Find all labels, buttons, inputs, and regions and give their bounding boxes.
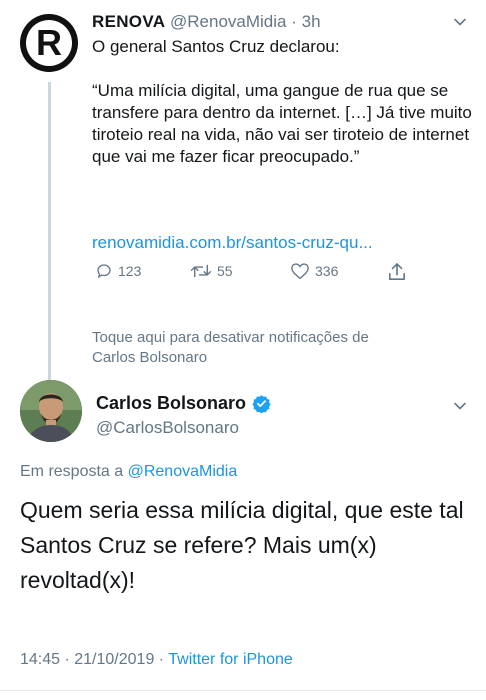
verified-badge-icon [252,395,271,413]
reply-button[interactable]: 123 [95,262,141,280]
tweet-meta: 14:45 · 21/10/2019 · Twitter for iPhone [20,651,293,669]
share-button[interactable] [388,262,406,282]
share-icon [388,263,406,281]
parent-tweet-header: RENOVA @RenovaMidia · 3h [92,12,321,32]
like-count: 336 [315,263,339,279]
parent-time[interactable]: 3h [302,12,321,31]
tweet-timestamp: 14:45 · 21/10/2019 · [20,651,169,668]
reply-icon [97,264,111,279]
retweet-button[interactable]: 55 [190,262,233,280]
reply-context: Em resposta a @RenovaMidia [20,463,237,481]
chevron-down-icon[interactable] [452,398,468,414]
reply-count: 123 [118,263,142,279]
parent-handle[interactable]: @RenovaMidia [170,12,286,31]
parent-display-name[interactable]: RENOVA [92,12,165,31]
avatar[interactable] [20,380,82,442]
renova-avatar[interactable]: R [20,14,78,72]
thread-line [48,82,51,387]
reply-to-handle[interactable]: @RenovaMidia [128,463,238,480]
divider [0,690,486,691]
chevron-down-icon[interactable] [452,14,468,30]
author-handle[interactable]: @CarlosBolsonaro [96,418,239,438]
renova-logo: R [26,20,72,66]
like-button[interactable]: 336 [290,262,338,280]
profile-photo [20,380,82,442]
like-icon [291,263,309,280]
tweet-source-link[interactable]: Twitter for iPhone [168,651,293,668]
author-name-row: Carlos Bolsonaro [96,393,271,414]
parent-tweet-text: O general Santos Cruz declarou: “Uma mil… [92,37,472,166]
retweet-icon [190,264,212,278]
notification-toggle-link[interactable]: Toque aqui para desativar notificações d… [92,328,462,368]
retweet-count: 55 [217,263,233,279]
author-display-name[interactable]: Carlos Bolsonaro [96,393,246,414]
header-separator: · [291,12,297,31]
parent-tweet-link[interactable]: renovamidia.com.br/santos-cruz-qu... [92,233,373,253]
main-tweet-text: Quem seria essa milícia digital, que est… [20,497,464,593]
reply-prefix: Em resposta a [20,463,128,480]
